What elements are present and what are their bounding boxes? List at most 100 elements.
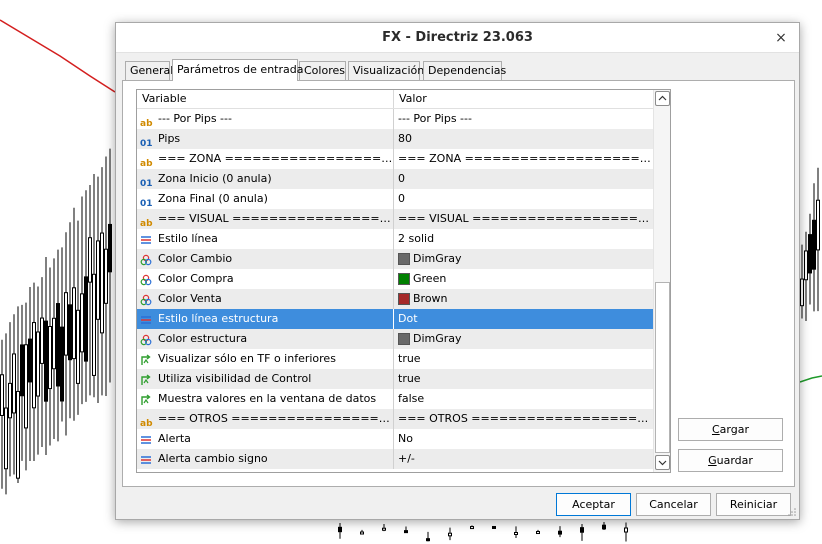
indicator-dialog: FX - Directriz 23.063 × General Parámetr… bbox=[115, 22, 800, 520]
table-row[interactable]: ab === VISUAL ===========================… bbox=[137, 209, 654, 229]
value-cell[interactable]: DimGray bbox=[394, 249, 654, 269]
scroll-up-button[interactable] bbox=[655, 91, 670, 106]
value-cell[interactable]: Brown bbox=[394, 289, 654, 309]
table-row[interactable]: Estilo línea estructura Dot bbox=[137, 309, 654, 329]
table-row[interactable]: Estilo línea 2 solid bbox=[137, 229, 654, 249]
text-type-icon: ab bbox=[140, 219, 153, 229]
variable-cell[interactable]: Muestra valores en la ventana de datos bbox=[137, 389, 394, 409]
table-row[interactable]: 01 Zona Inicio (0 anula) 0 bbox=[137, 169, 654, 189]
tab-visualization[interactable]: Visualización bbox=[348, 61, 424, 80]
load-button[interactable]: Cargar bbox=[678, 418, 783, 441]
table-row[interactable]: Color Compra Green bbox=[137, 269, 654, 289]
variable-cell[interactable]: Alerta cambio signo bbox=[137, 449, 394, 469]
value-cell[interactable]: === OTROS ============================= bbox=[394, 409, 654, 429]
table-row[interactable]: Color Venta Brown bbox=[137, 289, 654, 309]
candle-body bbox=[426, 538, 430, 542]
tab-input-parameters[interactable]: Parámetros de entrada bbox=[172, 59, 303, 81]
candle-body bbox=[72, 287, 76, 360]
value-cell[interactable]: 0 bbox=[394, 169, 654, 189]
resize-grip-icon[interactable] bbox=[787, 507, 797, 517]
value-cell[interactable]: 80 bbox=[394, 129, 654, 149]
tab-dependencies[interactable]: Dependencias bbox=[423, 61, 506, 80]
variable-name: Alerta bbox=[158, 432, 191, 445]
variable-cell[interactable]: 01 Pips bbox=[137, 129, 394, 149]
table-row[interactable]: Alerta cambio signo +/- bbox=[137, 449, 654, 469]
variable-cell[interactable]: Estilo línea bbox=[137, 229, 394, 249]
variable-name: --- Por Pips --- bbox=[158, 112, 232, 125]
variable-cell[interactable]: ab === VISUAL ===========================… bbox=[137, 209, 394, 229]
table-row[interactable]: ab --- Por Pips --- --- Por Pips --- bbox=[137, 109, 654, 129]
table-row[interactable]: Alerta No bbox=[137, 429, 654, 449]
table-row[interactable]: Utiliza visibilidad de Control true bbox=[137, 369, 654, 389]
value-cell[interactable]: false bbox=[394, 389, 654, 409]
color-type-icon bbox=[140, 333, 154, 346]
scroll-thumb[interactable] bbox=[655, 282, 670, 453]
value-cell[interactable]: Dot bbox=[394, 309, 654, 329]
save-button[interactable]: Guardar bbox=[678, 449, 783, 472]
variable-cell[interactable]: 01 Zona Inicio (0 anula) bbox=[137, 169, 394, 189]
variable-cell[interactable]: ab === OTROS ============================… bbox=[137, 409, 394, 429]
column-header-variable[interactable]: Variable bbox=[137, 90, 394, 108]
grid-header: Variable Valor bbox=[137, 90, 654, 109]
bottom-candles bbox=[338, 522, 628, 542]
variable-cell[interactable]: Color estructura bbox=[137, 329, 394, 349]
tab-general[interactable]: General bbox=[125, 61, 173, 80]
vertical-scrollbar[interactable] bbox=[653, 90, 670, 472]
candle-body bbox=[80, 293, 84, 353]
column-header-value[interactable]: Valor bbox=[394, 90, 654, 108]
table-row[interactable]: Color Cambio DimGray bbox=[137, 249, 654, 269]
color-swatch bbox=[398, 333, 410, 345]
value-cell[interactable]: 0 bbox=[394, 189, 654, 209]
variable-cell[interactable]: Visualizar sólo en TF o inferiores bbox=[137, 349, 394, 369]
line-style-icon bbox=[140, 313, 154, 325]
variable-cell[interactable]: Color Compra bbox=[137, 269, 394, 289]
tab-colors[interactable]: Colores bbox=[299, 61, 346, 80]
variable-value: === OTROS ============================= bbox=[398, 412, 654, 425]
value-cell[interactable]: === VISUAL ============================= bbox=[394, 209, 654, 229]
candle-body bbox=[16, 390, 20, 479]
reset-button[interactable]: Reiniciar bbox=[716, 493, 791, 516]
bool-type-icon bbox=[140, 393, 154, 405]
variable-cell[interactable]: Alerta bbox=[137, 429, 394, 449]
variable-name: Estilo línea bbox=[158, 232, 218, 245]
value-cell[interactable]: +/- bbox=[394, 449, 654, 469]
value-cell[interactable]: No bbox=[394, 429, 654, 449]
candle-body bbox=[492, 525, 496, 529]
variable-cell[interactable]: Color Venta bbox=[137, 289, 394, 309]
variable-cell[interactable]: ab === ZONA ============================= bbox=[137, 149, 394, 169]
variable-cell[interactable]: Estilo línea estructura bbox=[137, 309, 394, 329]
bool-type-icon bbox=[140, 353, 154, 365]
value-cell[interactable]: --- Por Pips --- bbox=[394, 109, 654, 129]
value-cell[interactable]: true bbox=[394, 369, 654, 389]
scroll-down-button[interactable] bbox=[655, 455, 670, 470]
candle-body bbox=[808, 234, 812, 274]
candle-body bbox=[88, 237, 92, 283]
variable-cell[interactable]: ab --- Por Pips --- bbox=[137, 109, 394, 129]
value-cell[interactable]: === ZONA ============================= bbox=[394, 149, 654, 169]
ok-button[interactable]: Aceptar bbox=[556, 493, 631, 516]
value-cell[interactable]: Green bbox=[394, 269, 654, 289]
variable-name: Color estructura bbox=[158, 332, 248, 345]
table-row[interactable]: ab === ZONA =============================… bbox=[137, 149, 654, 169]
variable-cell[interactable]: Color Cambio bbox=[137, 249, 394, 269]
table-row[interactable]: Muestra valores en la ventana de datos fa… bbox=[137, 389, 654, 409]
variable-cell[interactable]: 01 Zona Final (0 anula) bbox=[137, 189, 394, 209]
cancel-button[interactable]: Cancelar bbox=[636, 493, 711, 516]
value-cell[interactable]: true bbox=[394, 349, 654, 369]
variable-cell[interactable]: Utiliza visibilidad de Control bbox=[137, 369, 394, 389]
variable-value: --- Por Pips --- bbox=[398, 112, 472, 125]
table-row[interactable]: ab === OTROS ============================… bbox=[137, 409, 654, 429]
green-indicator-line bbox=[799, 375, 822, 383]
table-row[interactable]: 01 Zona Final (0 anula) 0 bbox=[137, 189, 654, 209]
close-icon[interactable]: × bbox=[771, 28, 791, 48]
table-row[interactable]: 01 Pips 80 bbox=[137, 129, 654, 149]
text-type-icon: ab bbox=[140, 419, 153, 429]
window-title: FX - Directriz 23.063 bbox=[382, 30, 533, 45]
table-row[interactable]: Color estructura DimGray bbox=[137, 329, 654, 349]
value-cell[interactable]: DimGray bbox=[394, 329, 654, 349]
value-cell[interactable]: 2 solid bbox=[394, 229, 654, 249]
candle-body bbox=[404, 530, 408, 534]
save-label-rest: uardar bbox=[716, 454, 753, 467]
grid-rows: ab --- Por Pips --- --- Por Pips --- 01 Pips… bbox=[137, 109, 654, 469]
table-row[interactable]: Visualizar sólo en TF o inferiores true bbox=[137, 349, 654, 369]
